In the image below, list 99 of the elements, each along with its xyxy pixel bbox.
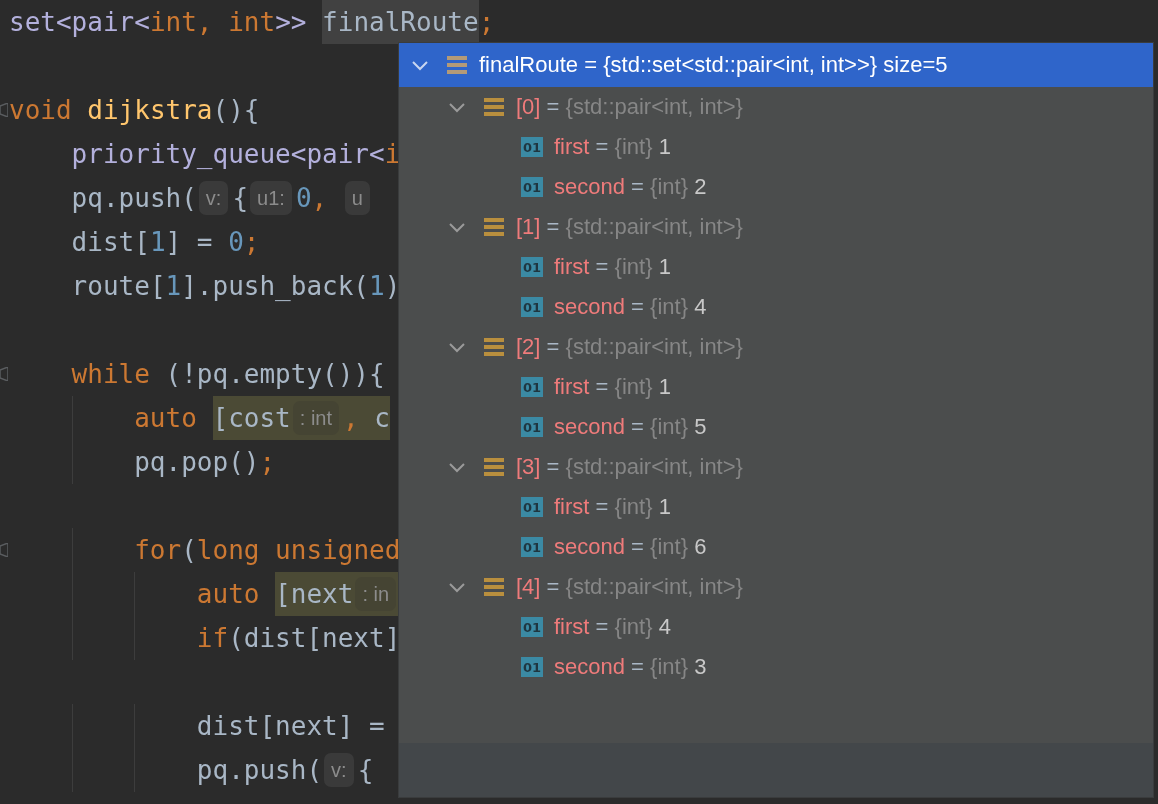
code-token: c bbox=[374, 396, 390, 440]
code-token: ; bbox=[243, 226, 260, 259]
code-token: (!pq.empty()){ bbox=[165, 358, 385, 391]
variable-value: first = {int} 1 bbox=[554, 254, 671, 280]
tree-row[interactable]: 01 first = {int} 4 bbox=[399, 607, 1153, 647]
code-token: ) bbox=[384, 270, 401, 303]
tree-row[interactable]: 01 second = {int} 3 bbox=[399, 647, 1153, 687]
fold-icon[interactable] bbox=[0, 543, 8, 557]
tree-row[interactable]: 01 second = {int} 4 bbox=[399, 287, 1153, 327]
variable-value: second = {int} 4 bbox=[554, 294, 707, 320]
variable-value: finalRoute = {std::set<std::pair<int, int>>} size=5 bbox=[479, 52, 948, 78]
stack-icon bbox=[484, 457, 504, 477]
inlay-hint: : in bbox=[355, 577, 397, 611]
variable-value: first = {int} 1 bbox=[554, 494, 671, 520]
inlay-hint: v: bbox=[198, 181, 229, 215]
primitive-icon: 01 bbox=[521, 657, 543, 677]
primitive-icon: 01 bbox=[521, 297, 543, 317]
code-token: 0 bbox=[228, 226, 244, 259]
primitive-icon: 01 bbox=[521, 257, 543, 277]
stack-icon bbox=[484, 97, 504, 117]
variable-value: [3] = {std::pair<int, int>} bbox=[516, 454, 743, 480]
inlay-hint: v: bbox=[324, 753, 354, 787]
variable-value: [1] = {std::pair<int, int>} bbox=[516, 214, 743, 240]
stack-icon bbox=[484, 577, 504, 597]
code-token: route[ bbox=[71, 270, 166, 303]
primitive-icon: 01 bbox=[521, 417, 543, 437]
primitive-icon: 01 bbox=[521, 377, 543, 397]
primitive-icon: 01 bbox=[521, 537, 543, 557]
code-token: ( bbox=[181, 534, 197, 567]
code-token: ; bbox=[259, 446, 276, 479]
fold-icon[interactable] bbox=[0, 103, 8, 117]
code-token: int, int bbox=[149, 6, 276, 39]
tree-row[interactable]: 01 second = {int} 2 bbox=[399, 167, 1153, 207]
primitive-icon: 01 bbox=[521, 177, 543, 197]
tree-row[interactable]: 01 second = {int} 6 bbox=[399, 527, 1153, 567]
variable-value: first = {int} 4 bbox=[554, 614, 671, 640]
variable-value: first = {int} 1 bbox=[554, 374, 671, 400]
code-token: void bbox=[9, 94, 73, 127]
tree-row[interactable]: [2] = {std::pair<int, int>} bbox=[399, 327, 1153, 367]
tree-row[interactable]: finalRoute = {std::set<std::pair<int, int>>} size=5 bbox=[399, 43, 1153, 87]
code-token: auto bbox=[134, 402, 198, 435]
code-token: >> bbox=[275, 6, 308, 39]
code-token: if bbox=[196, 622, 229, 655]
code-token: auto bbox=[196, 578, 261, 611]
code-token: i bbox=[384, 138, 401, 171]
code-token: , bbox=[343, 396, 375, 440]
code-token: (dist[next] bbox=[228, 622, 401, 655]
code-token: { bbox=[232, 182, 249, 215]
variable-value: second = {int} 3 bbox=[554, 654, 707, 680]
code-token: [cost bbox=[212, 396, 291, 440]
code-token: { bbox=[357, 754, 374, 787]
tree-row[interactable]: [1] = {std::pair<int, int>} bbox=[399, 207, 1153, 247]
code-token: pq.pop() bbox=[134, 446, 260, 479]
variable-value: [2] = {std::pair<int, int>} bbox=[516, 334, 743, 360]
tree-row[interactable]: 01 first = {int} 1 bbox=[399, 487, 1153, 527]
code-token: long unsigned bbox=[196, 534, 401, 567]
tree-row[interactable]: 01 second = {int} 5 bbox=[399, 407, 1153, 447]
tree-row[interactable]: 01 first = {int} 1 bbox=[399, 367, 1153, 407]
code-token: (){ bbox=[212, 94, 260, 127]
code-token: ] = bbox=[165, 226, 214, 259]
stack-icon bbox=[484, 217, 504, 237]
variable-value: second = {int} 2 bbox=[554, 174, 707, 200]
code-token: pq.push( bbox=[196, 754, 323, 787]
primitive-icon: 01 bbox=[521, 137, 543, 157]
code-token: for bbox=[134, 534, 182, 567]
inlay-hint: u bbox=[344, 181, 370, 215]
code-token: ; bbox=[478, 6, 495, 39]
code-token: finalRoute bbox=[322, 0, 479, 44]
variable-value: second = {int} 5 bbox=[554, 414, 707, 440]
code-token: while bbox=[71, 358, 151, 391]
stack-icon bbox=[484, 337, 504, 357]
tree-row[interactable]: [4] = {std::pair<int, int>} bbox=[399, 567, 1153, 607]
code-token: 1 bbox=[149, 226, 166, 259]
code-token: priority_queue<pair< bbox=[71, 138, 385, 171]
tree-row[interactable]: 01 first = {int} 1 bbox=[399, 127, 1153, 167]
code-token: pq.push( bbox=[71, 182, 197, 215]
tree-row[interactable]: [3] = {std::pair<int, int>} bbox=[399, 447, 1153, 487]
code-token: dist[ bbox=[71, 226, 150, 259]
variable-value: first = {int} 1 bbox=[554, 134, 671, 160]
fold-icon[interactable] bbox=[0, 367, 8, 381]
code-token: set<pair< bbox=[9, 6, 150, 39]
tree-row[interactable]: 01 first = {int} 1 bbox=[399, 247, 1153, 287]
code-token: dist[next] = bbox=[196, 710, 385, 743]
tree-row[interactable]: [0] = {std::pair<int, int>} bbox=[399, 87, 1153, 127]
code-token: dijkstra bbox=[87, 94, 213, 127]
stack-icon bbox=[447, 55, 467, 75]
primitive-icon: 01 bbox=[521, 617, 543, 637]
code-token: 0 bbox=[295, 182, 312, 215]
code-token: 1 bbox=[369, 270, 385, 303]
variable-value: [0] = {std::pair<int, int>} bbox=[516, 94, 743, 120]
inlay-hint: u1: bbox=[250, 181, 292, 215]
primitive-icon: 01 bbox=[521, 497, 543, 517]
inlay-hint: : int bbox=[292, 401, 340, 435]
code-token: , bbox=[311, 182, 329, 215]
code-token: ].push_back( bbox=[181, 270, 370, 303]
variable-value: second = {int} 6 bbox=[554, 534, 707, 560]
code-token: [next bbox=[275, 572, 354, 616]
variable-value: [4] = {std::pair<int, int>} bbox=[516, 574, 743, 600]
code-token: 1 bbox=[165, 270, 182, 303]
